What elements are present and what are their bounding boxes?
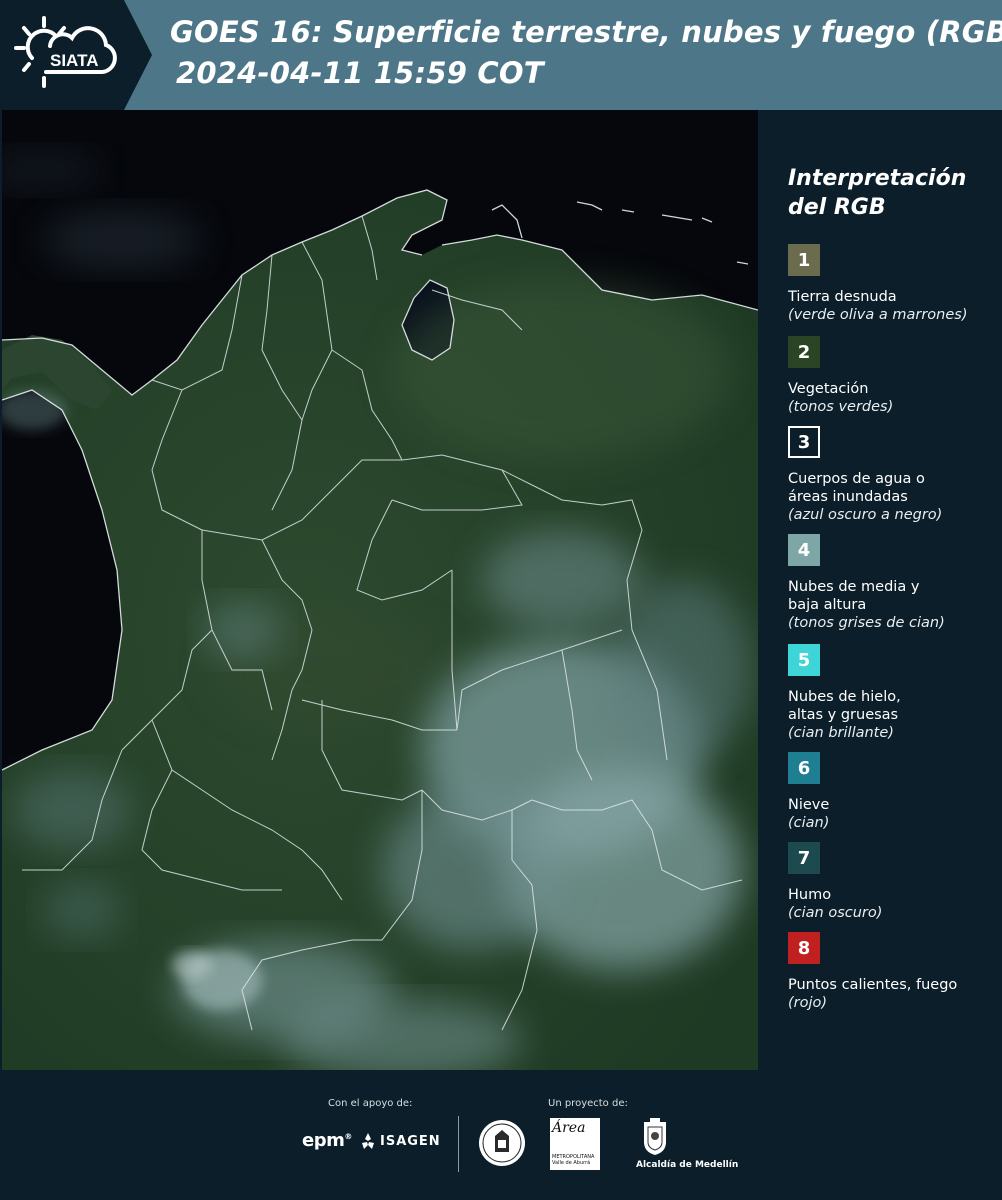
legend-swatch: 6	[788, 752, 820, 784]
legend-swatch: 2	[788, 336, 820, 368]
timestamp: 2024-04-11 15:59 COT	[176, 56, 544, 90]
legend-swatch: 3	[788, 426, 820, 458]
project-label: Un proyecto de:	[548, 1098, 628, 1109]
area-metropolitana-text: Área	[552, 1120, 586, 1136]
legend-item-smoke: 7 Humo (cian oscuro)	[788, 842, 998, 922]
support-label: Con el apoyo de:	[328, 1098, 413, 1109]
legend-panel: Interpretación del RGB 1 Tierra desnuda …	[758, 110, 1002, 1070]
legend-sublabel: (verde oliva a marrones)	[788, 307, 968, 323]
epm-text: epm	[302, 1130, 345, 1151]
gobernacion-seal-icon	[479, 1120, 525, 1166]
medellin-shield-icon	[644, 1118, 666, 1155]
legend-label: Nubes de hielo, altas y gruesas	[788, 689, 901, 723]
legend-item-vegetation: 2 Vegetación (tonos verdes)	[788, 336, 998, 416]
rgb-composite-image	[2, 110, 758, 1070]
footer-divider	[458, 1116, 459, 1172]
siata-logo: SIATA	[0, 0, 152, 110]
legend-title: Interpretación del RGB	[788, 166, 967, 220]
legend-label: Cuerpos de agua o áreas inundadas	[788, 471, 925, 505]
legend-label: Tierra desnuda	[788, 289, 897, 305]
legend-label: Nubes de media y baja altura	[788, 579, 920, 613]
legend-swatch: 4	[788, 534, 820, 566]
legend-label: Puntos calientes, fuego	[788, 977, 958, 993]
legend-sublabel: (cian)	[788, 815, 830, 831]
legend-sublabel: (tonos verdes)	[788, 399, 894, 415]
area-metropolitana-sub: METROPOLITANA Valle de Aburrá	[552, 1154, 595, 1166]
isagen-icon	[362, 1133, 374, 1149]
svg-text:SIATA: SIATA	[50, 51, 98, 70]
legend-swatch: 1	[788, 244, 820, 276]
footer: Con el apoyo de: Un proyecto de: epm® IS…	[0, 1070, 1002, 1200]
legend-label: Nieve	[788, 797, 830, 813]
legend-sublabel: (azul oscuro a negro)	[788, 507, 943, 523]
legend-swatch: 8	[788, 932, 820, 964]
legend-item-snow: 6 Nieve (cian)	[788, 752, 998, 832]
legend-item-water: 3 Cuerpos de agua o áreas inundadas (azu…	[788, 426, 998, 524]
legend-item-ice-clouds: 5 Nubes de hielo, altas y gruesas (cian …	[788, 644, 998, 742]
legend-sublabel: (cian oscuro)	[788, 905, 883, 921]
legend-sublabel: (tonos grises de cian)	[788, 615, 945, 631]
epm-logo: epm®	[302, 1130, 352, 1151]
legend-sublabel: (rojo)	[788, 995, 828, 1011]
legend-sublabel: (cian brillante)	[788, 725, 894, 741]
page-title: GOES 16: Superficie terrestre, nubes y f…	[170, 15, 1002, 49]
legend-swatch: 7	[788, 842, 820, 874]
legend-swatch: 5	[788, 644, 820, 676]
legend-label: Vegetación	[788, 381, 869, 397]
legend-item-hotspots: 8 Puntos calientes, fuego (rojo)	[788, 932, 998, 1012]
alcaldia-medellin-logo: Alcaldía de Medellín	[636, 1160, 739, 1170]
satellite-map[interactable]	[2, 110, 758, 1070]
sun-cloud-icon: SIATA	[14, 16, 117, 88]
legend-label: Humo	[788, 887, 832, 903]
legend-item-bare-soil: 1 Tierra desnuda (verde oliva a marrones…	[788, 244, 998, 324]
epm-registered-mark: ®	[344, 1132, 352, 1141]
legend-item-mid-low-clouds: 4 Nubes de media y baja altura (tonos gr…	[788, 534, 998, 632]
header: SIATA GOES 16: Superficie terrestre, nub…	[0, 0, 1002, 110]
isagen-logo: ISAGEN	[380, 1134, 441, 1149]
